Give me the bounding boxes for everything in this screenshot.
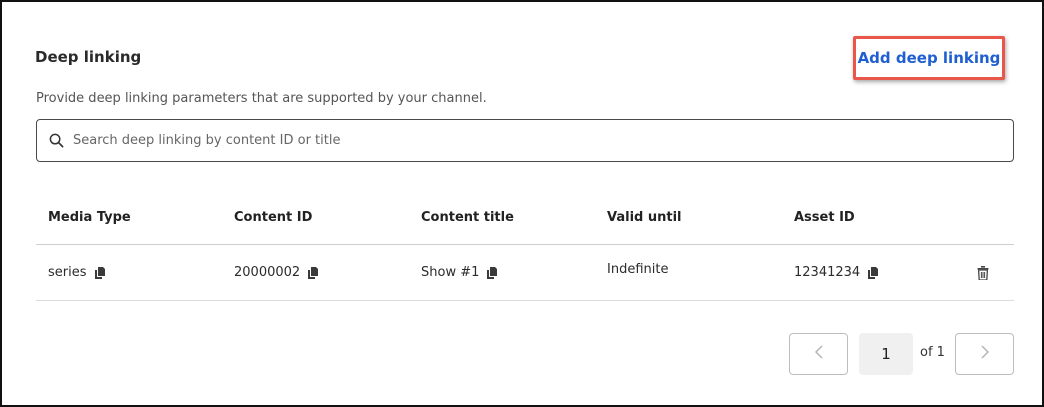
copy-icon[interactable]	[308, 266, 319, 279]
media-type-value: series	[48, 265, 87, 280]
cell-asset-id: 12341234	[782, 265, 952, 280]
section-title: Deep linking	[35, 48, 142, 66]
page-total-label: of 1	[920, 345, 945, 360]
cell-actions	[952, 265, 1014, 280]
copy-icon[interactable]	[487, 266, 498, 279]
content-id-value: 20000002	[234, 265, 301, 280]
valid-until-value: Indefinite	[607, 262, 669, 277]
header-media-type: Media Type	[48, 209, 131, 225]
copy-icon[interactable]	[868, 266, 879, 279]
copy-icon[interactable]	[94, 266, 105, 279]
cell-valid-until: Indefinite	[595, 262, 782, 280]
search-input[interactable]	[73, 120, 1013, 161]
asset-id-value: 12341234	[794, 265, 861, 280]
add-deep-linking-label: Add deep linking	[857, 49, 1001, 67]
header-content-id: Content ID	[234, 209, 313, 225]
header-asset-id: Asset ID	[794, 209, 855, 225]
table-header-row: Media Type Content ID Content title Vali…	[36, 190, 1014, 245]
section-description: Provide deep linking parameters that are…	[36, 91, 487, 106]
trash-icon[interactable]	[977, 265, 989, 280]
header-valid-until: Valid until	[607, 209, 682, 225]
previous-page-button[interactable]	[789, 333, 848, 375]
current-page[interactable]: 1	[859, 333, 913, 375]
search-icon	[49, 133, 65, 149]
table-row: series 20000002 Show #1 Indefinite 12341…	[36, 245, 1014, 301]
chevron-right-icon	[980, 344, 990, 365]
cell-content-id: 20000002	[222, 265, 409, 280]
deep-linking-card: Deep linking Add deep linking Provide de…	[0, 0, 1044, 407]
search-field	[36, 119, 1014, 162]
cell-media-type: series	[36, 265, 222, 280]
content-title-value: Show #1	[421, 265, 480, 280]
chevron-left-icon	[814, 344, 824, 365]
next-page-button[interactable]	[955, 333, 1014, 375]
deep-linking-table: Media Type Content ID Content title Vali…	[36, 190, 1014, 301]
cell-content-title: Show #1	[409, 265, 595, 280]
header-content-title: Content title	[421, 209, 514, 225]
add-deep-linking-button[interactable]: Add deep linking	[853, 36, 1005, 80]
